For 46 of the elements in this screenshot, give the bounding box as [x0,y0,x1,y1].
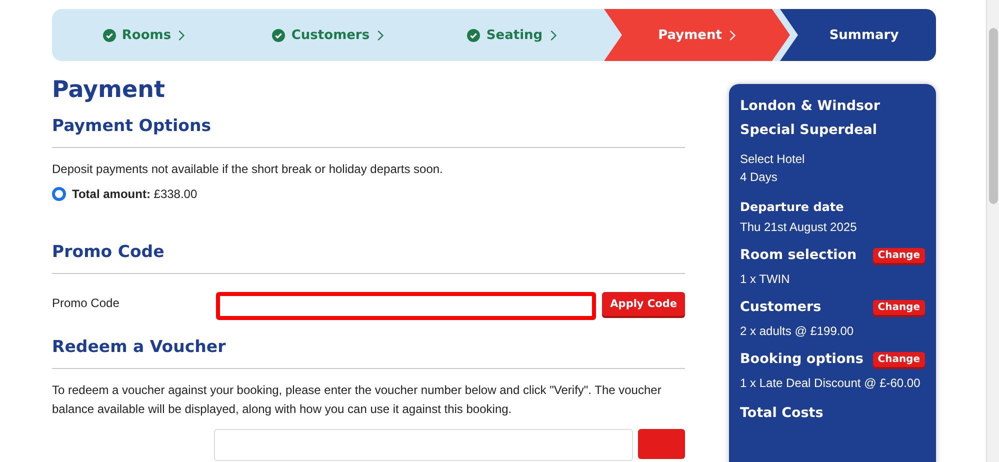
promo-code-field[interactable] [216,292,596,320]
trip-detail: Select Hotel [740,151,806,168]
step-tab[interactable]: Rooms [52,9,236,61]
summary-heading: Booking options [740,350,864,368]
step-tab[interactable]: Summary [780,9,936,61]
step-label: Customers [291,28,370,42]
summary-heading: Departure date [740,199,844,216]
chevron-right-icon [376,30,384,40]
verify-button[interactable] [638,429,685,459]
check-circle-icon [272,28,286,42]
summary-value: 1 x Late Deal Discount @ £-60.00 [740,375,922,392]
chevron-right-icon [177,30,186,40]
summary-value: 2 x adults @ £199.00 [740,323,855,340]
field-label: Promo Code [52,295,120,310]
chevron-right-icon [548,30,557,40]
summary-heading: Total Costs [740,404,824,422]
step-tab[interactable]: Payment [604,9,790,61]
apply-code-button[interactable]: Apply Code [602,292,685,316]
check-circle-icon [467,28,480,42]
step-label: Rooms [122,28,172,42]
step-tab[interactable]: Seating [420,9,604,61]
trip-detail: 4 Days [740,169,778,186]
summary-value: 1 x TWIN [740,271,791,288]
summary-heading: Customers [740,298,822,316]
section-heading: Payment Options [52,115,685,148]
change-button[interactable]: Change [872,300,925,314]
voucher-field[interactable] [214,429,634,461]
section-heading: Promo Code [52,241,685,274]
chevron-right-icon [728,30,736,40]
radio-button[interactable] [52,187,66,201]
deposit-note: Deposit payments not available if the short break or holiday departs soon. [52,161,444,178]
summary-value: Thu 21st August 2025 [740,219,858,236]
option-label: Total amount: £338.00 [72,187,198,201]
step-label: Summary [829,28,899,42]
scrollbar-thumb[interactable] [988,28,998,204]
section-heading: Redeem a Voucher [52,336,685,369]
step-label: Payment [658,28,722,42]
change-button[interactable]: Change [872,248,925,262]
step-label: Seating [486,28,543,42]
change-button[interactable]: Change [872,352,925,366]
trip-title: London & Windsor Special Superdeal [740,97,881,140]
voucher-instructions: To redeem a voucher against your booking, please enter the voucher number below and click "Verify". The voucher balance available will be displayed, along with how you can use it against this booking. [52,382,662,418]
check-circle-icon [102,28,116,42]
summary-heading: Room selection [740,246,857,264]
step-tab[interactable]: Customers [236,9,420,61]
page-title: Payment [52,76,166,105]
